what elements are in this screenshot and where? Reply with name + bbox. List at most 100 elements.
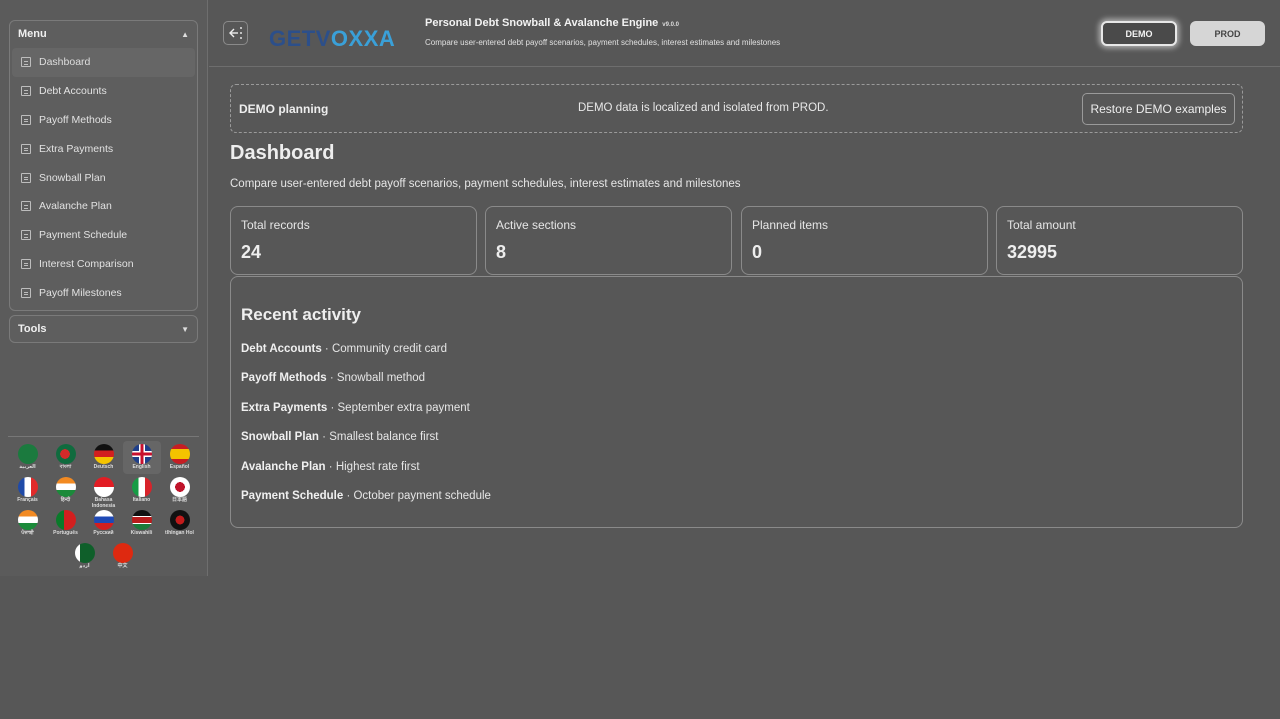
language-option[interactable]: 日本語 bbox=[161, 474, 199, 507]
flag-icon bbox=[131, 444, 152, 464]
language-option[interactable]: English bbox=[122, 441, 161, 474]
restore-demo-button[interactable]: Restore DEMO examples bbox=[1082, 93, 1235, 125]
chevron-up-icon: ▲ bbox=[181, 29, 189, 39]
sidebar-item-label: Payoff Milestones bbox=[39, 286, 122, 299]
sidebar-item-payment-schedule[interactable]: Payment Schedule bbox=[12, 221, 195, 250]
menu-panel: Menu ▲ Dashboard Debt Accounts Payoff Me… bbox=[9, 20, 198, 311]
language-option[interactable]: Deutsch bbox=[85, 441, 123, 474]
activity-section: Payoff Methods bbox=[241, 372, 327, 385]
document-icon bbox=[21, 143, 31, 154]
activity-item: Snowball Plan · Smallest balance first bbox=[241, 431, 491, 460]
menu-title: Menu bbox=[18, 28, 47, 40]
language-grid: العربية বাংলা Deutsch English Español Françai… bbox=[8, 441, 199, 573]
language-option[interactable]: বাংলা bbox=[47, 441, 85, 474]
activity-section: Payment Schedule bbox=[241, 489, 344, 502]
sidebar-item-snowball-plan[interactable]: Snowball Plan bbox=[12, 163, 195, 192]
language-label: Deutsch bbox=[93, 464, 114, 470]
activity-detail: · September extra payment bbox=[327, 401, 470, 414]
flag-icon bbox=[169, 477, 190, 497]
language-label: tlhIngan Hol bbox=[165, 530, 194, 536]
document-icon bbox=[21, 230, 31, 241]
flag-icon bbox=[55, 444, 76, 464]
getvoxxa-logo: GET V OXXA bbox=[269, 22, 395, 52]
language-option[interactable]: ਪੰਜਾਬੀ bbox=[9, 507, 47, 540]
sidebar-item-label: Avalanche Plan bbox=[39, 200, 112, 213]
tools-header[interactable]: Tools ▼ bbox=[10, 316, 197, 342]
activity-section: Debt Accounts bbox=[241, 343, 322, 355]
top-header: GET V OXXA Personal Debt Snowball & Avalan… bbox=[209, 0, 1280, 67]
flag-icon bbox=[169, 444, 190, 464]
language-option[interactable]: Bahasa Indonesia bbox=[85, 474, 123, 508]
activity-detail: · Highest rate first bbox=[325, 460, 420, 473]
language-option[interactable]: العربية bbox=[9, 441, 47, 474]
stat-label: Planned items bbox=[752, 218, 829, 232]
collapse-icon bbox=[228, 27, 242, 39]
document-icon bbox=[21, 172, 31, 183]
demo-button[interactable]: DEMO bbox=[1101, 21, 1177, 46]
flag-icon bbox=[17, 444, 38, 464]
flag-icon bbox=[93, 444, 114, 464]
activity-section: Extra Payments bbox=[241, 401, 328, 414]
language-label: ਪੰਜਾਬੀ bbox=[21, 530, 34, 536]
stat-value: 0 bbox=[752, 242, 763, 262]
logo-text-v: V bbox=[315, 26, 331, 51]
activity-list: Debt Accounts · Community credit card Pa… bbox=[241, 343, 491, 519]
stat-label: Total amount bbox=[1007, 218, 1076, 232]
activity-item: Extra Payments · September extra payment bbox=[241, 402, 491, 431]
page-title: Dashboard bbox=[230, 142, 335, 164]
language-option[interactable]: Русский bbox=[85, 507, 123, 540]
prod-button[interactable]: PROD bbox=[1190, 21, 1265, 46]
stat-value: 32995 bbox=[1007, 242, 1058, 262]
recent-activity-panel: Recent activity Debt Accounts · Communit… bbox=[230, 276, 1243, 528]
logo-text-get: GET bbox=[269, 26, 316, 51]
language-option[interactable]: Kiswahili bbox=[123, 507, 161, 540]
flag-icon bbox=[93, 477, 114, 497]
activity-detail: · Snowball method bbox=[326, 372, 426, 385]
stat-card-total-amount: Total amount 32995 bbox=[996, 206, 1243, 275]
tools-panel[interactable]: Tools ▼ bbox=[9, 315, 198, 343]
flag-icon bbox=[131, 477, 152, 497]
flag-icon bbox=[74, 543, 95, 563]
demo-notice: DEMO planning DEMO data is localized and… bbox=[230, 84, 1243, 133]
activity-detail: · Smallest balance first bbox=[318, 431, 439, 444]
language-label: اردو bbox=[79, 563, 90, 569]
activity-item: Payoff Methods · Snowball method bbox=[241, 372, 491, 401]
language-option[interactable]: Français bbox=[9, 474, 47, 507]
app-title: Personal Debt Snowball & Avalanche Engin… bbox=[425, 17, 679, 29]
language-option[interactable]: Português bbox=[47, 507, 85, 540]
sidebar-item-label: Payoff Methods bbox=[39, 113, 112, 126]
document-icon bbox=[21, 201, 31, 212]
language-option[interactable]: Español bbox=[161, 441, 199, 474]
sidebar-item-extra-payments[interactable]: Extra Payments bbox=[12, 134, 195, 163]
sidebar-item-payoff-milestones[interactable]: Payoff Milestones bbox=[12, 278, 195, 307]
language-option[interactable]: Italiano bbox=[123, 474, 161, 507]
stat-value: 8 bbox=[496, 242, 507, 262]
logo-text-rest: OXXA bbox=[330, 26, 396, 51]
notice-title: DEMO planning bbox=[239, 102, 329, 116]
sidebar-item-label: Debt Accounts bbox=[39, 85, 107, 98]
language-label: Русский bbox=[93, 530, 114, 536]
flag-icon bbox=[55, 477, 76, 497]
sidebar-item-avalanche-plan[interactable]: Avalanche Plan bbox=[12, 192, 195, 221]
language-label: 日本語 bbox=[171, 497, 187, 503]
sidebar-item-label: Interest Comparison bbox=[39, 257, 134, 270]
menu-header[interactable]: Menu ▲ bbox=[10, 21, 197, 47]
stat-value: 24 bbox=[241, 242, 262, 262]
language-option[interactable]: اردو bbox=[66, 540, 104, 573]
sidebar-collapse-button[interactable] bbox=[223, 21, 248, 45]
language-option[interactable]: 中文 bbox=[104, 540, 142, 573]
language-label: বাংলা bbox=[59, 464, 72, 470]
sidebar: Menu ▲ Dashboard Debt Accounts Payoff Me… bbox=[0, 0, 208, 576]
flag-icon bbox=[131, 510, 152, 530]
notice-message: DEMO data is localized and isolated from… bbox=[578, 102, 829, 114]
sidebar-item-dashboard[interactable]: Dashboard bbox=[12, 48, 195, 77]
sidebar-item-interest-comparison[interactable]: Interest Comparison bbox=[12, 250, 195, 279]
language-option[interactable]: tlhIngan Hol bbox=[161, 507, 199, 540]
language-label: Kiswahili bbox=[130, 530, 153, 536]
activity-item: Payment Schedule · October payment sched… bbox=[241, 490, 491, 519]
sidebar-item-payoff-methods[interactable]: Payoff Methods bbox=[12, 106, 195, 135]
language-option[interactable]: हिन्दी bbox=[47, 474, 85, 507]
sidebar-item-debt-accounts[interactable]: Debt Accounts bbox=[12, 77, 195, 106]
language-label: Italiano bbox=[132, 497, 151, 503]
activity-section: Snowball Plan bbox=[241, 431, 319, 444]
